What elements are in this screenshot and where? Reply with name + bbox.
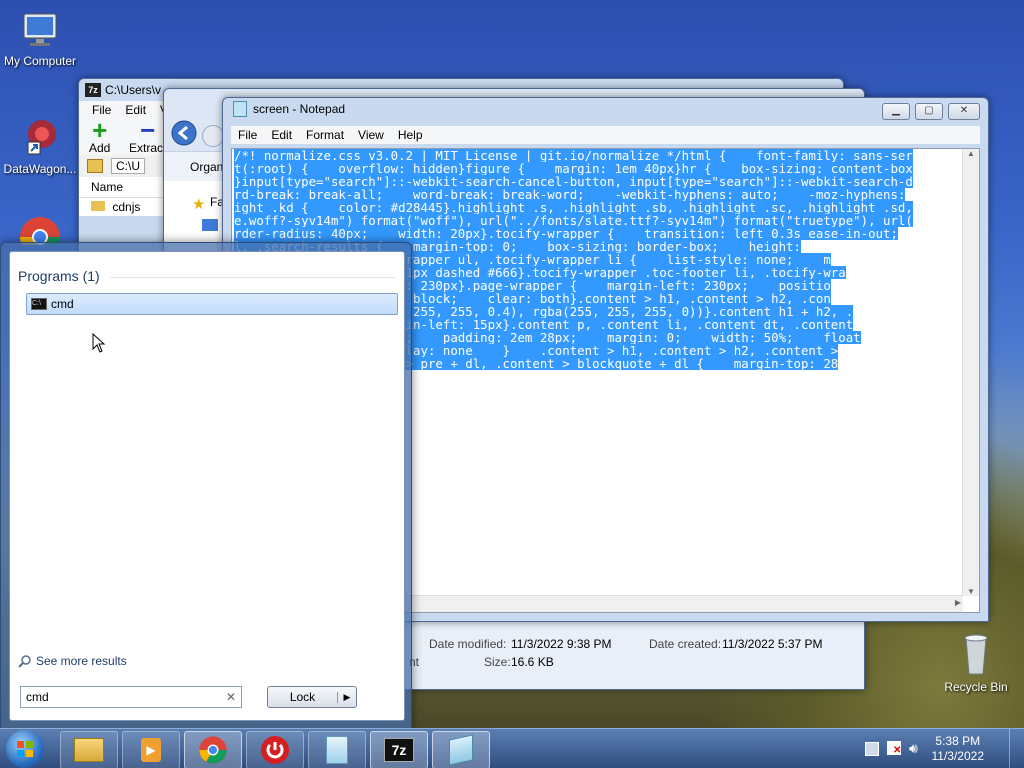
date-created-label: Date created:	[649, 637, 722, 651]
window-title: screen - Notepad	[253, 102, 346, 116]
see-more-label: See more results	[36, 654, 127, 668]
sevenzip-icon: 7z	[384, 738, 414, 762]
sevenzip-icon: 7z	[85, 83, 101, 97]
date-modified-label: Date modified:	[429, 637, 507, 651]
search-icon	[18, 655, 31, 668]
taskbar-media-player[interactable]: ▶	[122, 731, 180, 768]
taskbar-notepad[interactable]	[432, 731, 490, 768]
media-player-icon: ▶	[141, 738, 161, 762]
extract-button[interactable]: − Extract	[129, 115, 167, 155]
action-center-flag-icon[interactable]: ✕	[887, 741, 901, 756]
notepad-icon	[233, 101, 247, 117]
folder-icon	[74, 738, 104, 762]
favorites-star-icon: ★	[192, 196, 206, 213]
plus-icon: +	[92, 115, 108, 145]
start-search-input[interactable]: cmd ✕	[20, 686, 242, 708]
network-icon[interactable]	[865, 742, 879, 756]
taskbar-notepad-doc[interactable]	[308, 731, 366, 768]
add-button[interactable]: + Add	[89, 115, 111, 155]
cmd-icon: C:\	[31, 298, 47, 310]
path-input[interactable]: C:\U	[111, 158, 145, 174]
see-more-results-link[interactable]: See more results	[18, 654, 127, 668]
menu-help[interactable]: Help	[391, 128, 430, 142]
notepad-menubar: File Edit Format View Help	[231, 126, 980, 144]
lock-button[interactable]: Lock ▶	[267, 686, 357, 708]
folder-icon	[91, 201, 105, 211]
document-icon	[326, 736, 348, 764]
organize-button[interactable]: Organ	[190, 160, 223, 174]
clock-date: 11/3/2022	[931, 749, 985, 763]
search-value: cmd	[26, 690, 49, 704]
notepad-icon	[449, 734, 473, 766]
desktop-folder-icon	[202, 219, 218, 231]
taskbar-chrome[interactable]	[184, 731, 242, 768]
menu-format[interactable]: Format	[299, 128, 351, 142]
lock-options-button[interactable]: ▶	[337, 691, 356, 703]
column-header-label: Name	[91, 180, 124, 194]
volume-icon[interactable]: 🔊︎	[909, 740, 918, 757]
minus-icon: −	[140, 115, 156, 145]
program-item-cmd[interactable]: C:\ cmd	[26, 293, 398, 315]
scroll-up-icon[interactable]: ▲	[963, 149, 979, 158]
add-label: Add	[89, 141, 111, 155]
extract-label: Extract	[129, 141, 167, 155]
menu-view[interactable]: View	[351, 128, 391, 142]
notepad-titlebar[interactable]: screen - Notepad	[223, 98, 988, 120]
close-icon: ✕	[959, 105, 969, 116]
clock-time: 5:38 PM	[935, 734, 981, 748]
desktop-icon-label: DataWagon...	[3, 162, 77, 176]
desktop-icon-label: My Computer	[3, 54, 77, 68]
forward-button[interactable]	[202, 125, 224, 147]
desktop-icon-label: Recycle Bin	[944, 680, 1008, 694]
close-button[interactable]: ✕	[948, 103, 980, 120]
scroll-down-icon[interactable]: ▼	[963, 587, 979, 596]
program-label: cmd	[51, 297, 74, 311]
back-button[interactable]	[170, 119, 198, 150]
taskbar: ▶ 7z ✕ 🔊︎ 5:38 PM 11/3/2022	[0, 728, 1024, 768]
chrome-icon	[199, 736, 227, 764]
scroll-right-icon[interactable]: ▶	[955, 598, 961, 607]
lock-label: Lock	[289, 690, 316, 704]
taskbar-power-app[interactable]	[246, 731, 304, 768]
mouse-cursor-icon	[92, 333, 106, 353]
vertical-scrollbar[interactable]: ▲ ▼	[962, 149, 979, 596]
power-icon	[261, 736, 289, 764]
size-label: Size:	[484, 655, 511, 669]
windows-logo-icon	[17, 741, 33, 757]
folder-up-icon[interactable]	[87, 159, 103, 173]
minimize-button[interactable]: ▁	[882, 103, 910, 120]
start-menu-results: Programs (1) C:\ cmd See more results	[9, 251, 405, 721]
date-modified-value: 11/3/2022 9:38 PM	[511, 637, 612, 651]
programs-divider	[110, 277, 395, 278]
clear-search-icon[interactable]: ✕	[226, 690, 241, 704]
clock[interactable]: 5:38 PM 11/3/2022	[932, 734, 985, 764]
show-desktop-button[interactable]	[1009, 729, 1024, 768]
size-value: 16.6 KB	[511, 655, 554, 669]
taskbar-explorer[interactable]	[60, 731, 118, 768]
recycle-bin-icon	[954, 632, 998, 678]
computer-icon	[18, 8, 62, 52]
datawagon-shortcut-icon	[18, 116, 62, 160]
desktop: My Computer DataWagon... Recycle Bin 7z …	[0, 0, 1024, 768]
start-menu: Programs (1) C:\ cmd See more results	[0, 242, 412, 730]
menu-edit[interactable]: Edit	[264, 128, 299, 142]
menu-file[interactable]: File	[231, 128, 264, 142]
maximize-icon: ▢	[924, 105, 934, 116]
taskbar-7zip[interactable]: 7z	[370, 731, 428, 768]
window-title: C:\Users\v	[105, 83, 162, 97]
back-arrow-icon	[171, 120, 197, 146]
system-tray: ✕ 🔊︎ 5:38 PM 11/3/2022	[859, 729, 1024, 768]
chrome-icon	[16, 215, 64, 245]
desktop-icon-chrome[interactable]	[16, 215, 64, 245]
maximize-button[interactable]: ▢	[915, 103, 943, 120]
file-row-label: cdnjs	[112, 200, 141, 214]
start-button[interactable]	[6, 730, 44, 768]
programs-header: Programs (1)	[18, 268, 100, 284]
desktop-icon-my-computer[interactable]: My Computer	[0, 8, 80, 68]
desktop-icon-datawagon[interactable]: DataWagon...	[0, 116, 80, 176]
minimize-icon: ▁	[892, 105, 900, 116]
desktop-icon-recycle-bin[interactable]: Recycle Bin	[936, 632, 1016, 694]
date-created-value: 11/3/2022 5:37 PM	[722, 637, 823, 651]
